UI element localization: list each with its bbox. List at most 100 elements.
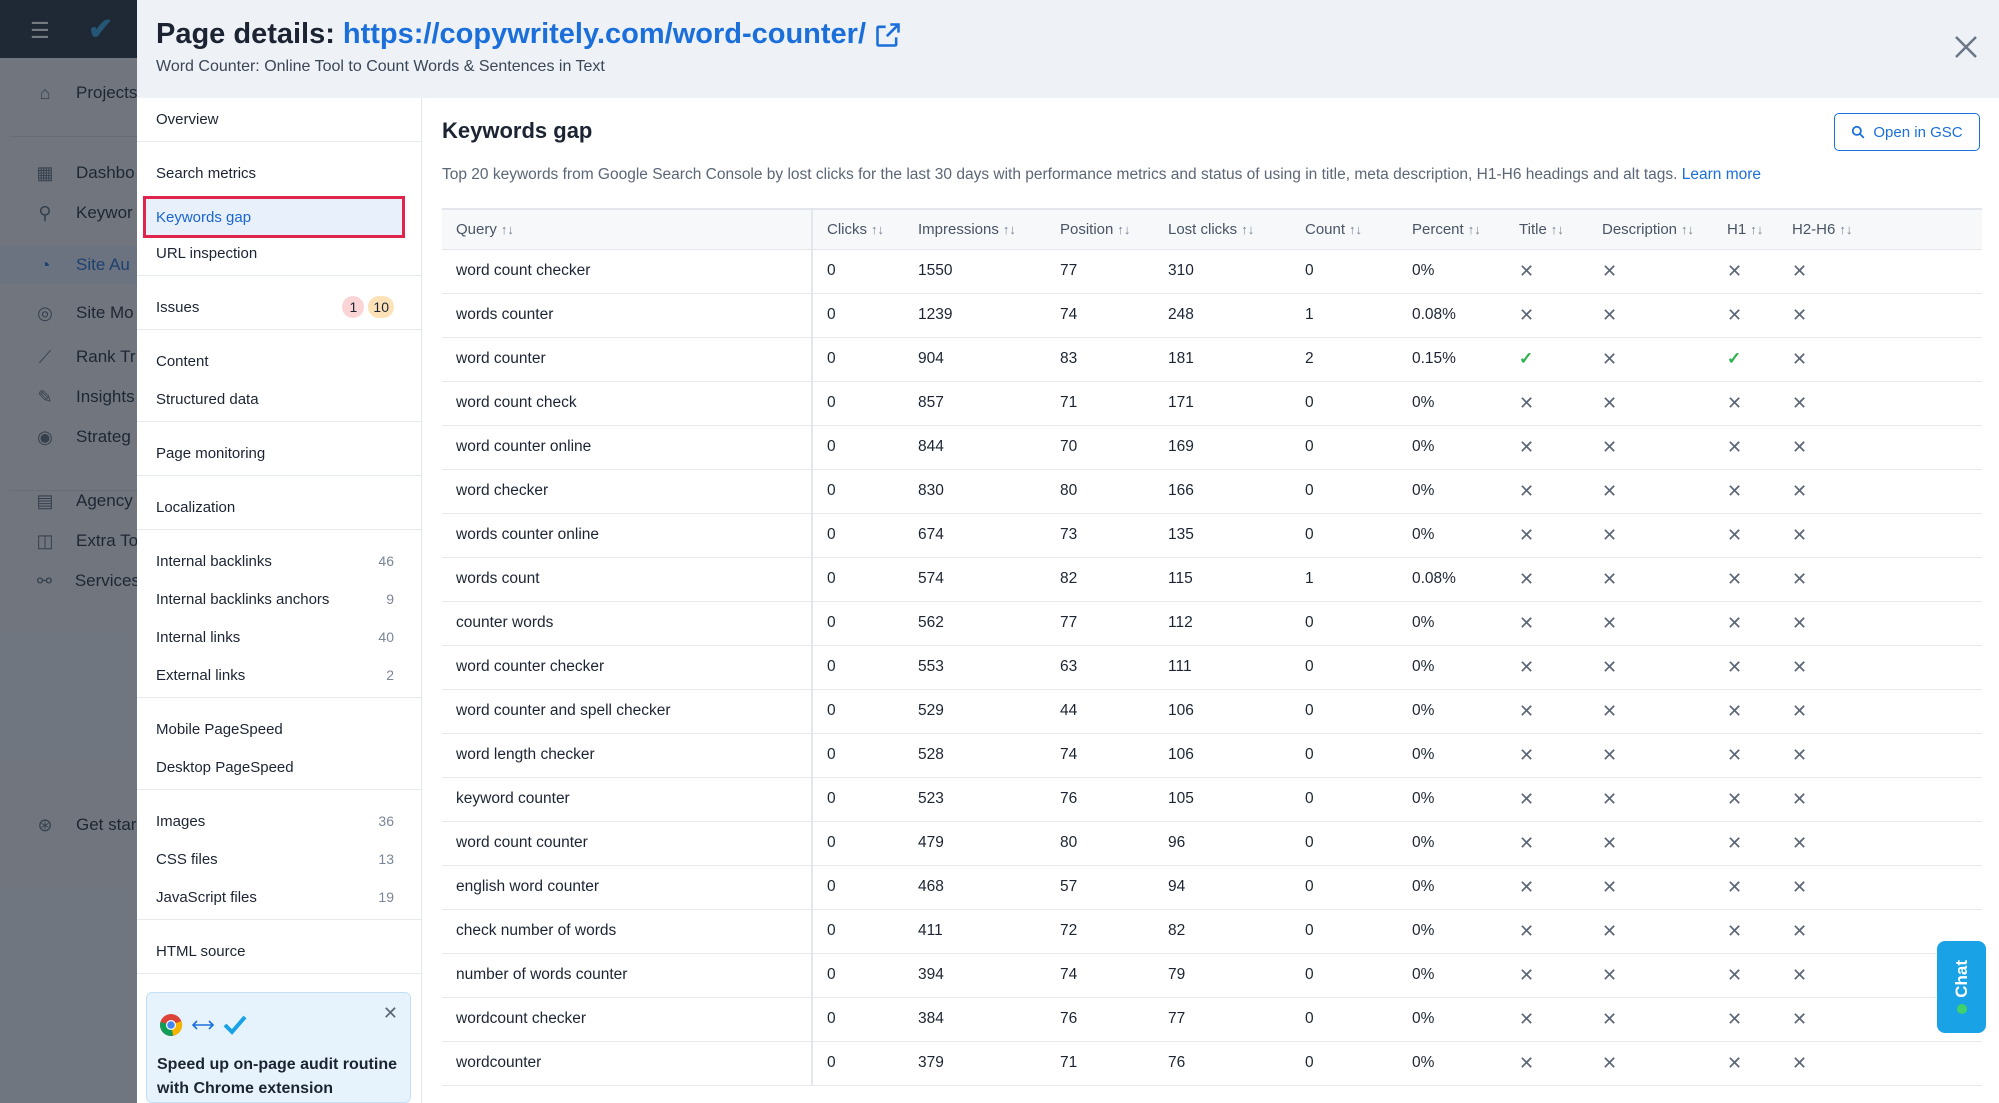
nav-internal-backlinks[interactable]: Internal backlinks 46 [156, 546, 404, 576]
status-cell: ✕ [1713, 425, 1778, 470]
nav-images[interactable]: Images 36 [156, 806, 404, 836]
table-cell: 379 [904, 1041, 1046, 1086]
status-cell: ✕ [1505, 645, 1588, 690]
nav-css-files[interactable]: CSS files 13 [156, 844, 404, 874]
column-header-label: Lost clicks [1168, 220, 1238, 238]
table-cell: 82 [1154, 909, 1291, 954]
cross-icon: ✕ [1792, 392, 1808, 413]
nav-content[interactable]: Content [156, 346, 404, 376]
cross-icon: ✕ [1602, 832, 1618, 853]
column-header[interactable]: Percent ↑↓ [1398, 208, 1505, 250]
table-cell: 0 [812, 513, 904, 558]
nav-url-inspection[interactable]: URL inspection [156, 238, 404, 268]
sort-icon[interactable]: ↑↓ [871, 222, 884, 237]
nav-label: JavaScript files [156, 888, 257, 906]
table-cell: 0 [1291, 249, 1398, 294]
sort-icon[interactable]: ↑↓ [501, 222, 514, 237]
open-in-gsc-button[interactable]: Open in GSC [1834, 113, 1980, 151]
nav-localization[interactable]: Localization [156, 492, 404, 522]
nav-label: Page monitoring [156, 444, 266, 462]
nav-internal-backlinks-anchors[interactable]: Internal backlinks anchors 9 [156, 584, 404, 614]
column-header[interactable]: Position ↑↓ [1046, 208, 1154, 250]
chat-button[interactable]: Chat [1937, 941, 1986, 1033]
status-cell: ✕ [1778, 293, 1982, 338]
table-cell: 0% [1398, 425, 1505, 470]
status-cell: ✕ [1778, 777, 1982, 822]
column-header[interactable]: Impressions ↑↓ [904, 208, 1046, 250]
sort-icon[interactable]: ↑↓ [1349, 222, 1362, 237]
table-cell: word length checker [442, 733, 813, 778]
sort-icon[interactable]: ↑↓ [1750, 222, 1763, 237]
promo-text: Speed up on-page audit routine with Chro… [157, 1056, 397, 1097]
status-cell: ✕ [1778, 821, 1982, 866]
close-icon[interactable] [1951, 32, 1981, 62]
column-header-label: H1 [1727, 220, 1747, 238]
cross-icon: ✕ [1602, 612, 1618, 633]
online-status-dot [1956, 1003, 1967, 1014]
column-header-label: Position [1060, 220, 1114, 238]
table-cell: counter words [442, 601, 813, 646]
table-cell: 0 [812, 557, 904, 602]
nav-external-links[interactable]: External links 2 [156, 660, 404, 690]
column-header[interactable]: Title ↑↓ [1505, 208, 1588, 250]
table-row: word checker 0 830 80 166 0 0% ✕ ✕ ✕ ✕ [442, 469, 1982, 514]
table-cell: 0 [812, 865, 904, 910]
table-cell: 112 [1154, 601, 1291, 646]
table-cell: 0% [1398, 513, 1505, 558]
table-cell: 82 [1046, 557, 1154, 602]
nav-keywords-gap[interactable]: Keywords gap [143, 196, 405, 238]
table-cell: 0 [1291, 601, 1398, 646]
sort-icon[interactable]: ↑↓ [1839, 222, 1852, 237]
table-cell: 0 [812, 381, 904, 426]
page-url-link[interactable]: https://copywritely.com/word-counter/ [343, 18, 866, 51]
table-cell: words counter [442, 293, 813, 338]
cross-icon: ✕ [1792, 568, 1808, 589]
table-row: word length checker 0 528 74 106 0 0% ✕ ✕ ✕ ✕ [442, 733, 1982, 778]
table-cell: wordcounter [442, 1041, 813, 1086]
column-header[interactable]: Description ↑↓ [1588, 208, 1713, 250]
nav-search-metrics[interactable]: Search metrics [156, 158, 404, 188]
table-cell: 76 [1154, 1041, 1291, 1086]
nav-page-monitoring[interactable]: Page monitoring [156, 438, 404, 468]
divider [137, 919, 421, 920]
column-header[interactable]: Count ↑↓ [1291, 208, 1398, 250]
column-header[interactable]: H2-H6 ↑↓ [1778, 208, 1982, 250]
column-header-label: Description [1602, 220, 1678, 238]
learn-more-link[interactable]: Learn more [1682, 166, 1761, 183]
column-header[interactable]: Query ↑↓ [442, 208, 813, 250]
column-header[interactable]: Clicks ↑↓ [812, 208, 904, 250]
table-cell: 528 [904, 733, 1046, 778]
nav-overview[interactable]: Overview [156, 104, 404, 134]
sort-icon[interactable]: ↑↓ [1468, 222, 1481, 237]
cross-icon: ✕ [1519, 260, 1535, 281]
sort-icon[interactable]: ↑↓ [1241, 222, 1254, 237]
sort-icon[interactable]: ↑↓ [1551, 222, 1564, 237]
sort-icon[interactable]: ↑↓ [1117, 222, 1130, 237]
nav-structured-data[interactable]: Structured data [156, 384, 404, 414]
table-row: words counter 0 1239 74 248 1 0.08% ✕ ✕ ✕ ✕ [442, 293, 1982, 338]
column-header[interactable]: Lost clicks ↑↓ [1154, 208, 1291, 250]
nav-javascript-files[interactable]: JavaScript files 19 [156, 882, 404, 912]
nav-issues[interactable]: Issues 1 10 [156, 292, 404, 322]
cross-icon: ✕ [1519, 964, 1535, 985]
keywords-gap-panel: Keywords gap Open in GSC Top 20 keywords… [422, 98, 1999, 1103]
nav-desktop-pagespeed[interactable]: Desktop PageSpeed [156, 752, 404, 782]
sort-icon[interactable]: ↑↓ [1681, 222, 1694, 237]
table-cell: 574 [904, 557, 1046, 602]
nav-internal-links[interactable]: Internal links 40 [156, 622, 404, 652]
status-cell: ✕ [1588, 865, 1713, 910]
nav-label: Internal backlinks [156, 552, 272, 570]
column-header[interactable]: H1 ↑↓ [1713, 208, 1778, 250]
column-header-label: Percent [1412, 220, 1464, 238]
table-row: word counter 0 904 83 181 2 0.15% ✓ ✕ ✓ ✕ [442, 337, 1982, 382]
table-cell: 0 [1291, 1041, 1398, 1086]
nav-mobile-pagespeed[interactable]: Mobile PageSpeed [156, 714, 404, 744]
table-cell: 674 [904, 513, 1046, 558]
table-row: word count counter 0 479 80 96 0 0% ✕ ✕ ✕ ✕ [442, 821, 1982, 866]
cross-icon: ✕ [1792, 920, 1808, 941]
external-link-icon[interactable] [874, 21, 902, 49]
nav-html-source[interactable]: HTML source [156, 936, 404, 966]
close-icon[interactable]: ✕ [383, 1003, 398, 1024]
status-cell: ✕ [1713, 513, 1778, 558]
sort-icon[interactable]: ↑↓ [1003, 222, 1016, 237]
